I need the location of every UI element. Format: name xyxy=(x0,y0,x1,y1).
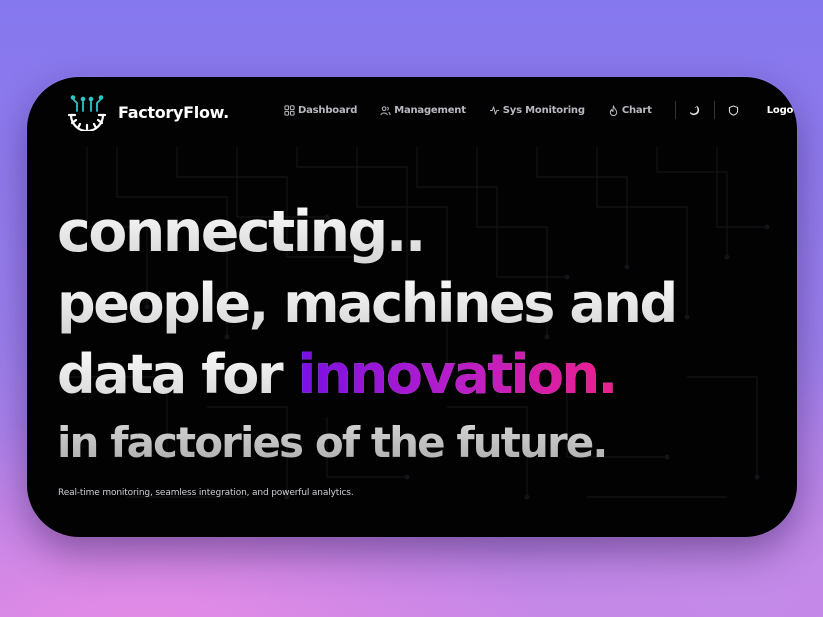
logout-button[interactable]: Logout xyxy=(767,105,797,116)
hero-accent-word: innovation. xyxy=(297,343,619,406)
nav-link-management[interactable]: Management xyxy=(380,105,466,116)
hero-line-3: data for innovation. xyxy=(57,339,676,410)
shield-icon xyxy=(729,104,739,116)
hero-subline: in factories of the future. xyxy=(57,416,676,470)
nav-link-chart[interactable]: Chart xyxy=(608,105,652,116)
nav-link-label: Dashboard xyxy=(298,104,358,116)
flame-icon xyxy=(609,104,618,116)
top-navbar: FactoryFlow. Dashboard Management Sys Mo… xyxy=(27,77,797,141)
nav-links: Dashboard Management Sys Monitoring Char… xyxy=(284,101,797,119)
hero-heading: connecting.. people, machines and data f… xyxy=(57,197,678,470)
nav-link-label: Chart xyxy=(621,104,652,116)
users-icon xyxy=(380,105,391,115)
hero-card: FactoryFlow. Dashboard Management Sys Mo… xyxy=(27,77,797,537)
nav-link-sys-monitoring[interactable]: Sys Monitoring xyxy=(489,105,585,116)
hero-line-1: connecting.. xyxy=(57,197,676,268)
hero-tagline: Real-time monitoring, seamless integrati… xyxy=(58,488,354,498)
nav-link-dashboard[interactable]: Dashboard xyxy=(284,105,357,116)
brand[interactable]: FactoryFlow. xyxy=(63,91,229,131)
hero-line-3-prefix: data for xyxy=(57,343,298,406)
moon-icon xyxy=(690,105,700,115)
nav-link-label: Management xyxy=(394,104,466,116)
grid-icon xyxy=(284,104,295,116)
theme-toggle-button[interactable] xyxy=(676,101,714,119)
nav-link-label: Sys Monitoring xyxy=(502,104,585,116)
gear-circuit-logo-icon xyxy=(67,95,107,131)
security-button[interactable] xyxy=(715,101,753,119)
brand-name: FactoryFlow. xyxy=(118,102,229,122)
hero-line-2: people, machines and xyxy=(57,268,678,339)
pulse-icon xyxy=(489,105,499,115)
